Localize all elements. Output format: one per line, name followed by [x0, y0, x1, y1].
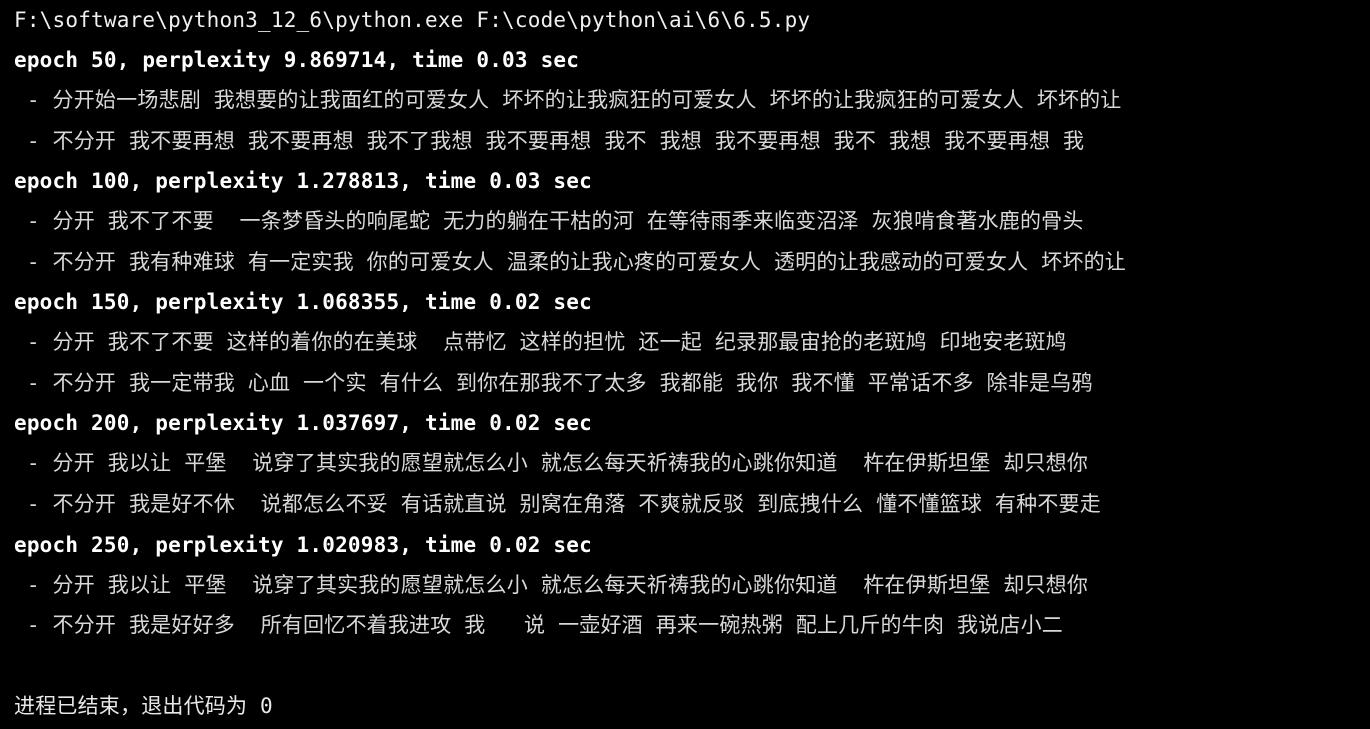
epoch-line: epoch 250, perplexity 1.020983, time 0.0…: [14, 533, 592, 557]
sample-line: - 分开 我不了不要 一条梦昏头的响尾蛇 无力的躺在干枯的河 在等待雨季来临变沼…: [14, 209, 1084, 233]
console-output: F:\software\python3_12_6\python.exe F:\c…: [14, 0, 1370, 729]
sample-line: - 分开 我以让 平堡 说穿了其实我的愿望就怎么小 就怎么每天祈祷我的心跳你知道…: [14, 451, 1089, 475]
sample-line: - 不分开 我是好好多 所有回忆不着我进攻 我 说 一壶好酒 再来一碗热粥 配上…: [14, 613, 1063, 637]
epoch-line: epoch 200, perplexity 1.037697, time 0.0…: [14, 411, 592, 435]
sample-line: - 不分开 我是好不休 说都怎么不妥 有话就直说 别窝在角落 不爽就反驳 到底拽…: [14, 492, 1101, 516]
sample-line: - 不分开 我一定带我 心血 一个实 有什么 到你在那我不了太多 我都能 我你 …: [14, 371, 1093, 395]
sample-line: - 分开 我不了不要 这样的着你的在美球 点带忆 这样的担忧 还一起 纪录那最宙…: [14, 330, 1067, 354]
command-line: F:\software\python3_12_6\python.exe F:\c…: [14, 8, 811, 32]
sample-line: - 分开 我以让 平堡 说穿了其实我的愿望就怎么小 就怎么每天祈祷我的心跳你知道…: [14, 573, 1089, 597]
sample-line: - 不分开 我有种难球 有一定实我 你的可爱女人 温柔的让我心疼的可爱女人 透明…: [14, 250, 1126, 274]
epoch-line: epoch 100, perplexity 1.278813, time 0.0…: [14, 169, 592, 193]
epoch-line: epoch 150, perplexity 1.068355, time 0.0…: [14, 290, 592, 314]
sample-line: - 不分开 我不要再想 我不要再想 我不了我想 我不要再想 我不 我想 我不要再…: [14, 129, 1085, 153]
epoch-line: epoch 50, perplexity 9.869714, time 0.03…: [14, 48, 580, 72]
exit-message: 进程已结束，退出代码为 0: [14, 694, 273, 718]
sample-line: - 分开始一场悲剧 我想要的让我面红的可爱女人 坏坏的让我疯狂的可爱女人 坏坏的…: [14, 88, 1122, 112]
